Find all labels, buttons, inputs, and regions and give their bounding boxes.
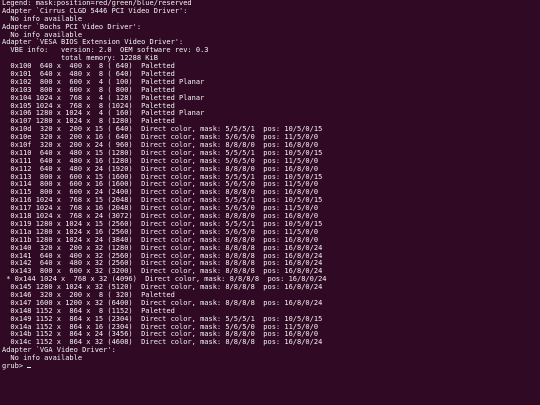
text-cursor — [27, 366, 32, 368]
grub-prompt: grub> — [2, 361, 28, 370]
terminal-output: Legend: mask:position=red/green/blue/res… — [2, 0, 540, 363]
command-line[interactable]: grub> — [2, 361, 540, 371]
output-line: Adapter `Cirrus CLGD 5446 PCI Video Driv… — [2, 6, 188, 15]
terminal-window[interactable]: Legend: mask:position=red/green/blue/res… — [0, 0, 540, 405]
output-line: Adapter `Bochs PCI Video Driver': — [2, 22, 142, 31]
output-line: Adapter `VGA Video Driver': — [2, 346, 116, 355]
output-line: No info available — [2, 354, 83, 363]
